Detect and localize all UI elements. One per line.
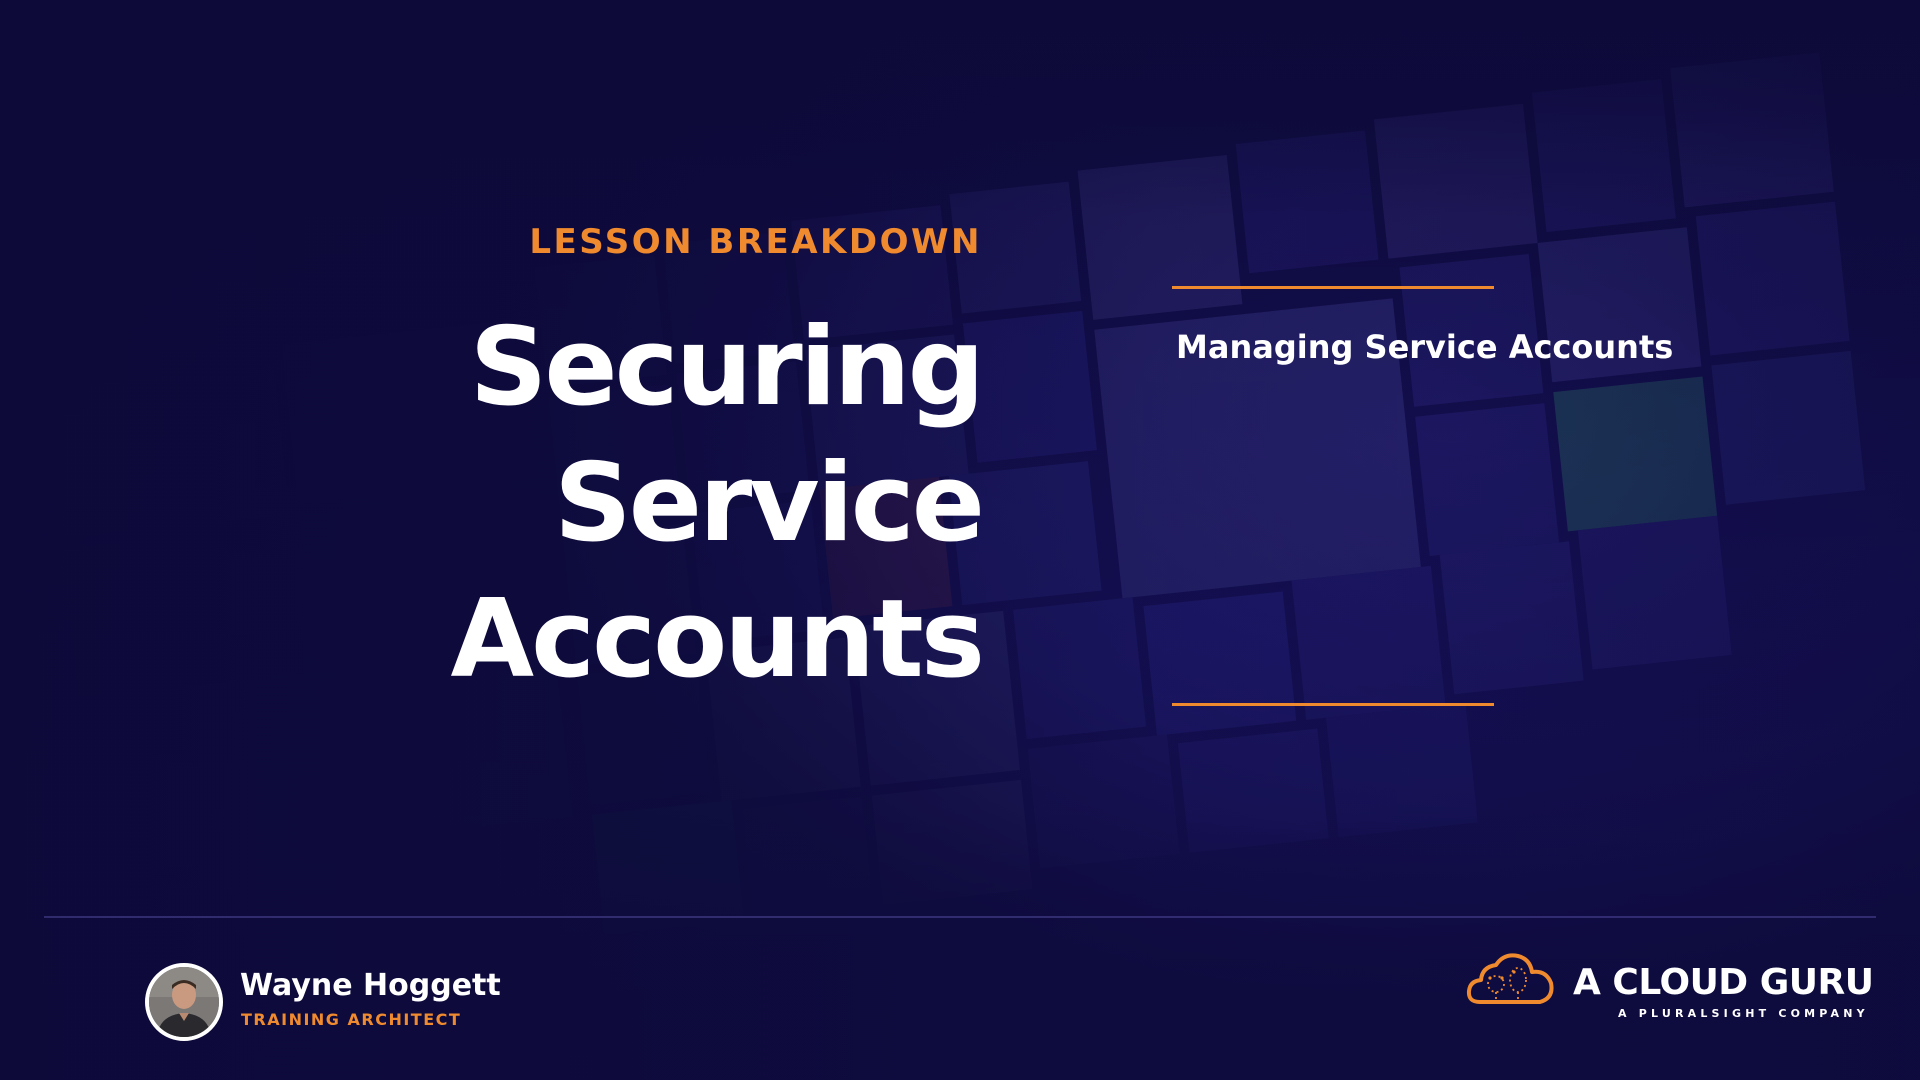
brand-name: A CLOUD GURU: [1573, 962, 1874, 1003]
footer-divider: [44, 916, 1876, 918]
topic-divider-bottom: [1172, 703, 1494, 706]
presenter-name: Wayne Hoggett: [240, 968, 501, 1003]
topic-item: Managing Service Accounts: [1176, 328, 1674, 366]
lesson-slide: LESSON BREAKDOWN Securing Service Accoun…: [0, 0, 1920, 1080]
lesson-title: Securing Service Accounts: [222, 300, 985, 708]
lesson-title-line: Accounts: [450, 577, 985, 702]
lesson-title-line: Securing: [469, 305, 985, 430]
lesson-title-line: Service: [554, 441, 985, 566]
topic-divider-top: [1172, 286, 1494, 289]
brand-tagline: A PLURALSIGHT COMPANY: [1618, 1007, 1869, 1020]
presenter-role: TRAINING ARCHITECT: [241, 1010, 462, 1029]
lesson-eyebrow: LESSON BREAKDOWN: [529, 222, 982, 262]
presenter-photo-icon: [149, 967, 219, 1037]
cloud-logo-icon: [1466, 953, 1554, 1004]
presenter-avatar: [145, 963, 223, 1041]
